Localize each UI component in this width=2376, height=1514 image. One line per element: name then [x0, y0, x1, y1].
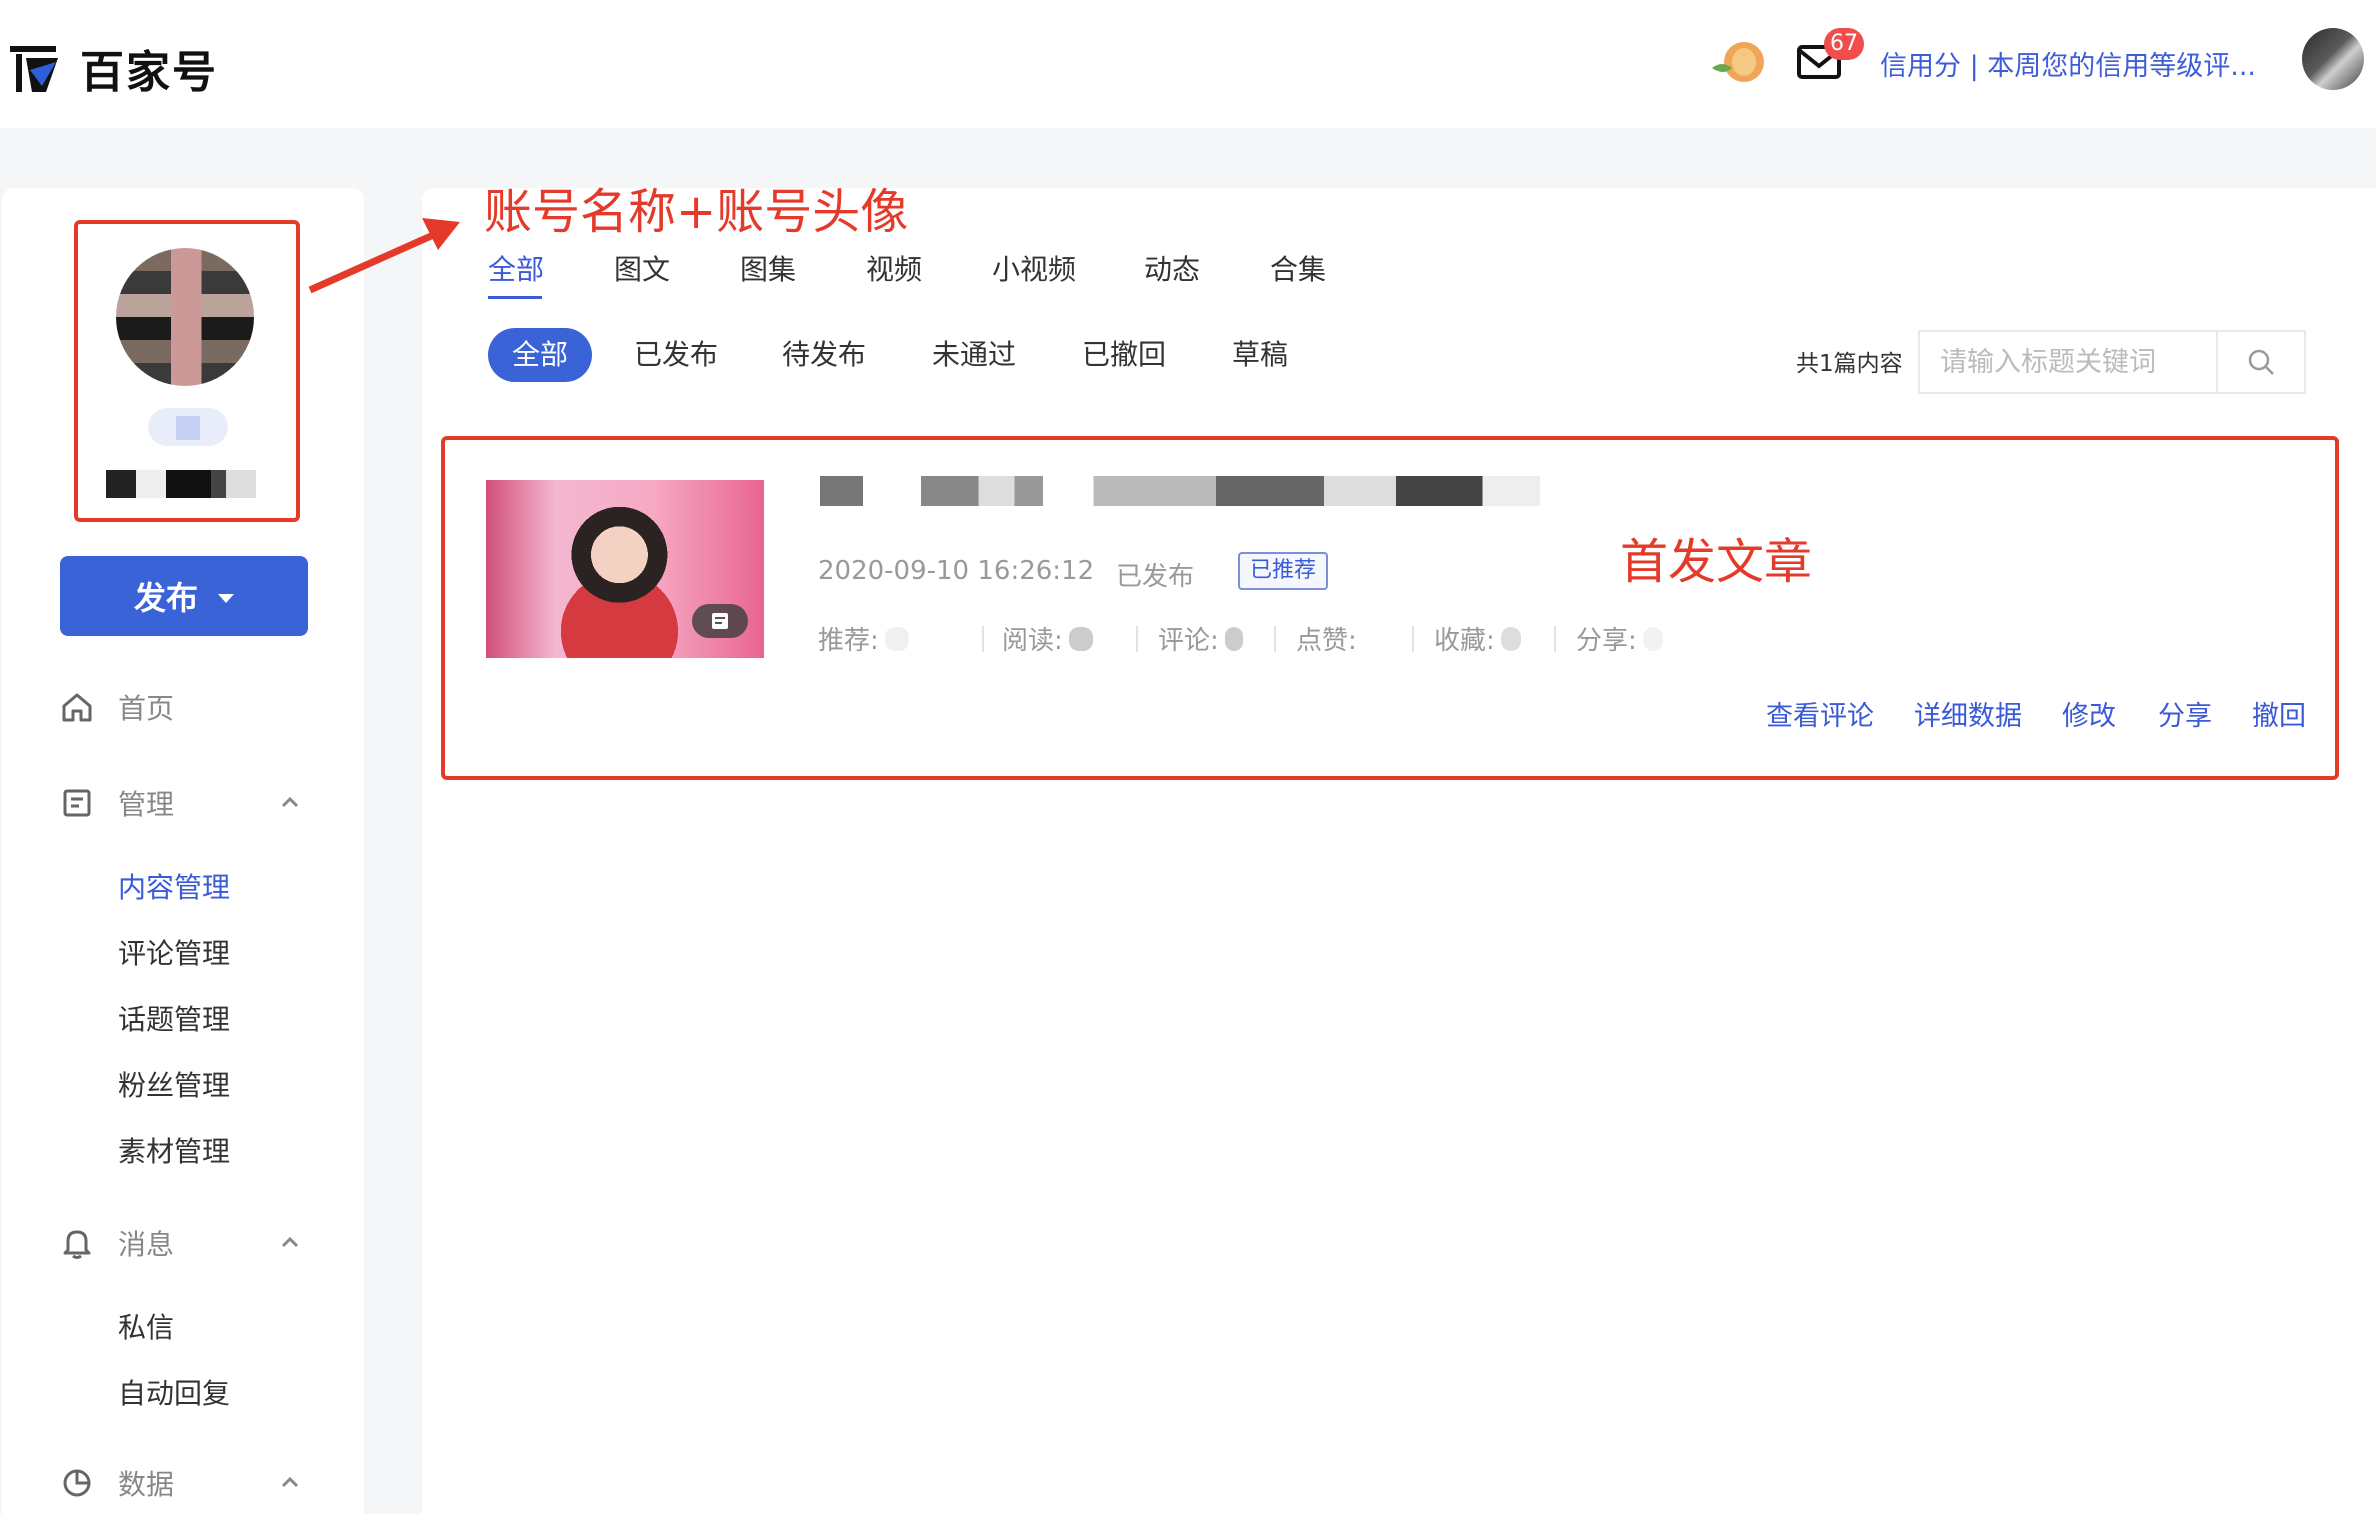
- sidebar-item-material-manage[interactable]: 素材管理: [118, 1130, 230, 1170]
- sidebar-item-messages[interactable]: 消息: [2, 1218, 364, 1268]
- account-avatar[interactable]: [116, 248, 254, 386]
- filter-pending[interactable]: 待发布: [782, 328, 866, 382]
- stat-label: 收藏:: [1434, 626, 1495, 656]
- stat-divider: [1554, 626, 1556, 652]
- view-comments-link[interactable]: 查看评论: [1766, 694, 1874, 733]
- sidebar-item-content-manage[interactable]: 内容管理: [118, 866, 230, 906]
- logo-text: 百家号: [80, 47, 218, 98]
- tab-all[interactable]: 全部: [488, 248, 544, 288]
- filter-rejected[interactable]: 未通过: [932, 328, 1016, 382]
- stat-label: 点赞:: [1296, 626, 1357, 656]
- sidebar-item-data[interactable]: 数据: [2, 1458, 364, 1508]
- tab-gallery[interactable]: 图集: [740, 248, 796, 288]
- stat-divider: [982, 626, 984, 652]
- content-count: 共1篇内容: [1796, 351, 1903, 377]
- sidebar-label-home: 首页: [118, 692, 175, 725]
- tab-collection[interactable]: 合集: [1270, 248, 1326, 288]
- share-link[interactable]: 分享: [2158, 694, 2212, 733]
- bell-icon: [60, 1226, 94, 1260]
- sidebar-item-topic-manage[interactable]: 话题管理: [118, 998, 230, 1038]
- mail-badge: 67: [1824, 28, 1864, 60]
- stat-label: 评论:: [1158, 626, 1219, 656]
- sidebar-label-manage: 管理: [118, 788, 175, 821]
- stat-value: [1362, 626, 1387, 651]
- account-level-badge: [148, 408, 228, 446]
- stat-like: 点赞:: [1296, 620, 1387, 657]
- stat-recommend: 推荐:: [818, 620, 909, 657]
- home-icon: [60, 690, 94, 724]
- stat-read: 阅读:: [1002, 620, 1093, 657]
- tab-short-video[interactable]: 小视频: [992, 248, 1076, 288]
- stat-share: 分享:: [1576, 620, 1663, 657]
- stat-value: [884, 626, 909, 651]
- sidebar-item-private-message[interactable]: 私信: [118, 1306, 174, 1346]
- stat-label: 阅读:: [1002, 626, 1063, 656]
- caret-down-icon: [218, 593, 234, 603]
- chevron-up-icon[interactable]: [280, 1473, 300, 1493]
- article-status: 已发布: [1116, 562, 1195, 592]
- annotation-first-article: 首发文章: [1620, 534, 1813, 590]
- sidebar-item-home[interactable]: 首页: [2, 682, 364, 732]
- withdraw-link[interactable]: 撤回: [2252, 694, 2306, 733]
- publish-label: 发布: [133, 579, 198, 617]
- stat-comment: 评论:: [1158, 620, 1243, 657]
- top-bar: 百家号 67 信用分 | 本周您的信用等级评...: [0, 0, 2376, 128]
- tab-article[interactable]: 图文: [614, 248, 670, 288]
- stat-divider: [1136, 626, 1138, 652]
- detail-data-link[interactable]: 详细数据: [1914, 694, 2022, 733]
- filter-withdrawn[interactable]: 已撤回: [1082, 328, 1166, 382]
- credit-link[interactable]: 信用分 | 本周您的信用等级评...: [1880, 44, 2256, 83]
- logo-mark-icon: [8, 40, 64, 96]
- sidebar-item-comment-manage[interactable]: 评论管理: [118, 932, 230, 972]
- credit-coin-icon[interactable]: [1710, 38, 1766, 88]
- stat-value: [1500, 626, 1521, 651]
- search-button[interactable]: [2216, 332, 2304, 392]
- tab-video[interactable]: 视频: [866, 248, 922, 288]
- edit-link[interactable]: 修改: [2062, 694, 2116, 733]
- sidebar-label-data: 数据: [118, 1468, 175, 1501]
- tab-moment[interactable]: 动态: [1144, 248, 1200, 288]
- sidebar-item-auto-reply[interactable]: 自动回复: [118, 1372, 230, 1412]
- sidebar-item-fans-manage[interactable]: 粉丝管理: [118, 1064, 230, 1104]
- article-title[interactable]: [820, 476, 1540, 506]
- recommended-badge: 已推荐: [1238, 552, 1329, 590]
- chevron-up-icon[interactable]: [280, 1233, 300, 1253]
- annotation-account: 账号名称+账号头像: [484, 184, 909, 240]
- stat-divider: [1274, 626, 1276, 652]
- search-icon: [2248, 349, 2274, 375]
- logo[interactable]: 百家号: [8, 36, 218, 100]
- profile-annotation-box: [74, 220, 300, 522]
- stat-value: [1068, 626, 1093, 651]
- sidebar-item-manage[interactable]: 管理: [2, 778, 364, 828]
- publish-button[interactable]: 发布: [60, 556, 308, 636]
- search-box: [1918, 330, 2306, 394]
- stat-label: 推荐:: [818, 626, 879, 656]
- article-date: 2020-09-10 16:26:12: [818, 556, 1095, 586]
- manage-icon: [60, 786, 94, 820]
- filter-published[interactable]: 已发布: [634, 328, 718, 382]
- filter-all[interactable]: 全部: [488, 328, 593, 382]
- pie-chart-icon: [60, 1466, 94, 1500]
- filter-draft[interactable]: 草稿: [1232, 328, 1288, 382]
- tab-active-indicator: [488, 296, 542, 299]
- account-name: [106, 470, 256, 498]
- stat-value: [1642, 626, 1663, 651]
- user-avatar[interactable]: [2302, 28, 2364, 90]
- article-type-icon: [692, 604, 748, 638]
- stat-favorite: 收藏:: [1434, 620, 1521, 657]
- sidebar: 发布 首页 管理 内容管理 评论管理 话题管理 粉丝管理 素材管理 消息 私信 …: [2, 188, 364, 1514]
- search-input[interactable]: [1920, 332, 2216, 392]
- stat-value: [1224, 626, 1243, 651]
- stat-label: 分享:: [1576, 626, 1637, 656]
- sidebar-label-messages: 消息: [118, 1228, 175, 1261]
- stat-divider: [1412, 626, 1414, 652]
- annotation-arrow-icon: [308, 218, 460, 294]
- chevron-up-icon[interactable]: [280, 793, 300, 813]
